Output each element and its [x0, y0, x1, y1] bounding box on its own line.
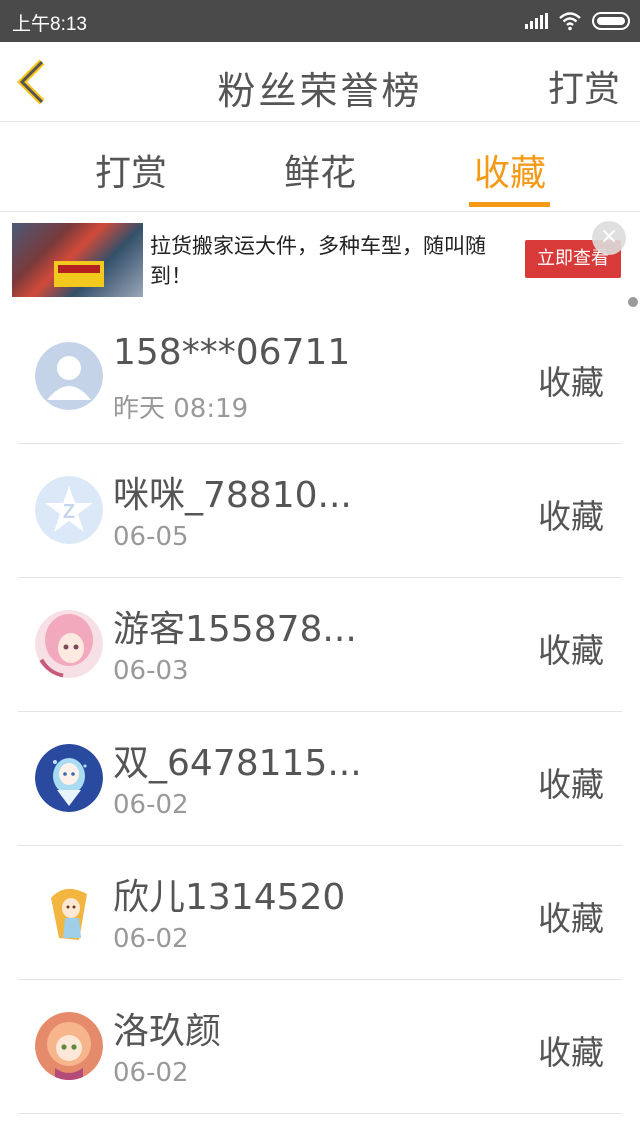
favorite-date: 06-02: [113, 790, 189, 820]
action-label: 收藏: [538, 765, 604, 804]
avatar-anime-girl-peach[interactable]: [35, 1012, 103, 1080]
user-name: 欣儿1314520: [113, 877, 346, 918]
tab-favorites[interactable]: 收藏: [470, 144, 550, 196]
avatar-default-person-icon[interactable]: [35, 342, 103, 410]
list-item[interactable]: 双_6478115... 06-02 收藏: [18, 712, 622, 846]
ad-marker-icon: [628, 297, 638, 307]
page-title: 粉丝荣誉榜: [217, 69, 423, 113]
list-item[interactable]: 游客155878... 06-03 收藏: [18, 578, 622, 712]
header: 粉丝荣誉榜 打赏: [0, 42, 640, 122]
tab-bar: 打赏 鲜花 收藏: [0, 122, 640, 212]
status-icons: [525, 10, 630, 32]
favorites-list: 158***06711 昨天 08:19 收藏 Z 咪咪_78810... 06…: [0, 310, 640, 1114]
user-name: 158***06711: [113, 332, 351, 373]
wifi-icon: [559, 12, 581, 31]
action-label: 收藏: [538, 631, 604, 670]
action-label: 收藏: [538, 1033, 604, 1072]
status-time: 上午8:13: [12, 14, 87, 35]
list-item[interactable]: 洛玖颜 06-02 收藏: [18, 980, 622, 1114]
action-label: 收藏: [538, 497, 604, 536]
close-icon[interactable]: ×: [592, 221, 626, 255]
ad-image-sign-stripe: [58, 265, 100, 273]
list-item[interactable]: Z 咪咪_78810... 06-05 收藏: [18, 444, 622, 578]
user-name: 双_6478115...: [113, 743, 362, 784]
avatar-anime-girl-yellow[interactable]: [35, 878, 103, 946]
action-label: 收藏: [538, 363, 604, 402]
user-name: 游客155878...: [113, 609, 357, 650]
status-bar: 上午8:13: [0, 0, 640, 42]
tab-reward[interactable]: 打赏: [91, 144, 171, 196]
favorite-date: 昨天 08:19: [113, 394, 249, 424]
ad-image[interactable]: [12, 223, 143, 297]
avatar-anime-girl-blue[interactable]: [35, 744, 103, 812]
user-name: 咪咪_78810...: [113, 475, 352, 516]
battery-icon: [592, 12, 630, 30]
avatar-anime-girl-pink[interactable]: [35, 610, 103, 678]
list-item[interactable]: 欣儿1314520 06-02 收藏: [18, 846, 622, 980]
svg-text:Z: Z: [63, 501, 75, 523]
favorite-date: 06-02: [113, 924, 189, 954]
avatar-star-badge-icon[interactable]: Z: [35, 476, 103, 544]
reward-button[interactable]: 打赏: [548, 60, 620, 112]
active-tab-indicator: [469, 202, 550, 207]
action-label: 收藏: [538, 899, 604, 938]
list-item[interactable]: 158***06711 昨天 08:19 收藏: [18, 310, 622, 444]
tab-flowers[interactable]: 鲜花: [280, 144, 360, 196]
ad-text[interactable]: 拉货搬家运大件，多种车型，随叫随到！: [150, 231, 490, 291]
user-name: 洛玖颜: [113, 1011, 222, 1052]
ad-banner[interactable]: 拉货搬家运大件，多种车型，随叫随到！ 立即查看 ×: [0, 213, 640, 307]
favorite-date: 06-05: [113, 522, 189, 552]
signal-icon: [525, 13, 548, 29]
favorite-date: 06-03: [113, 656, 189, 686]
favorite-date: 06-02: [113, 1058, 189, 1088]
